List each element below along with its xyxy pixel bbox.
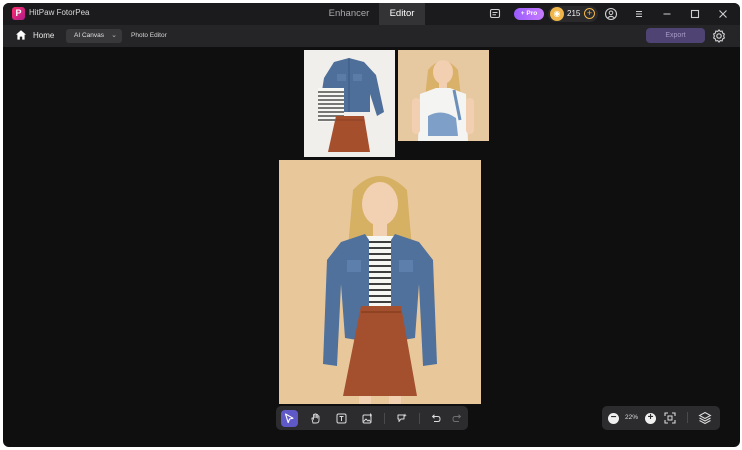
undo-icon [431,414,441,422]
ai-canvas-label: AI Canvas [74,32,104,39]
dock-divider [384,413,385,424]
dock-divider [419,413,420,424]
close-icon[interactable] [716,7,730,21]
fit-screen-icon[interactable] [663,411,677,425]
feedback-icon[interactable] [488,7,502,21]
maximize-icon[interactable] [688,7,702,21]
text-tool-button[interactable] [333,410,350,427]
app-window: P HitPaw FotorPea Enhancer Editor + Pro … [3,3,740,447]
add-coins-icon[interactable]: + [584,8,595,19]
minimize-icon[interactable] [660,7,674,21]
ai-sparkle-icon [397,413,407,422]
clothes-flatlay-image[interactable] [304,50,395,157]
menu-icon[interactable] [632,7,646,21]
title-bar: P HitPaw FotorPea Enhancer Editor + Pro … [3,3,740,25]
home-button[interactable]: Home [33,31,54,40]
zoom-in-button[interactable]: + [645,413,656,424]
layers-icon[interactable] [698,411,712,425]
generated-outfit-image[interactable] [279,160,481,404]
tab-enhancer[interactable]: Enhancer [319,3,379,25]
undo-button[interactable] [427,410,444,427]
coin-icon: ◉ [550,7,564,21]
app-name: HitPaw FotorPea [29,8,90,17]
tab-editor[interactable]: Editor [379,3,425,25]
text-icon [336,413,347,424]
zoom-divider [687,412,688,423]
coin-count: 215 [567,9,581,18]
export-button[interactable]: Export [646,28,705,43]
coin-balance[interactable]: ◉ 215 + [548,6,598,22]
hand-tool-button[interactable] [307,410,324,427]
tool-dock [276,406,468,430]
ai-canvas-select[interactable]: AI Canvas ⌄ [66,29,122,43]
home-icon[interactable] [15,29,27,41]
clothes-flatlay-illustration [304,50,395,157]
chevron-down-icon: ⌄ [111,32,117,39]
zoom-out-button[interactable]: − [608,413,619,424]
account-icon[interactable] [604,7,618,21]
zoom-level: 22% [625,414,639,421]
redo-button[interactable] [449,410,466,427]
pro-upgrade-badge[interactable]: + Pro [514,8,544,20]
photo-editor-tab[interactable]: Photo Editor [131,32,167,39]
add-image-tool-button[interactable] [359,410,376,427]
image-add-icon [362,413,372,424]
editor-toolbar: Home AI Canvas ⌄ Photo Editor Export [3,25,740,47]
hand-icon [311,413,320,424]
zoom-controls: − 22% + [602,406,720,430]
ai-generate-tool-button[interactable] [393,410,410,427]
model-reference-image[interactable] [398,50,489,141]
generated-outfit-illustration [279,160,481,404]
select-tool-button[interactable] [281,410,298,427]
gear-icon[interactable] [711,28,727,44]
cursor-icon [284,413,294,424]
app-logo-icon: P [12,7,25,20]
redo-icon [452,414,462,422]
model-reference-illustration [398,50,489,141]
